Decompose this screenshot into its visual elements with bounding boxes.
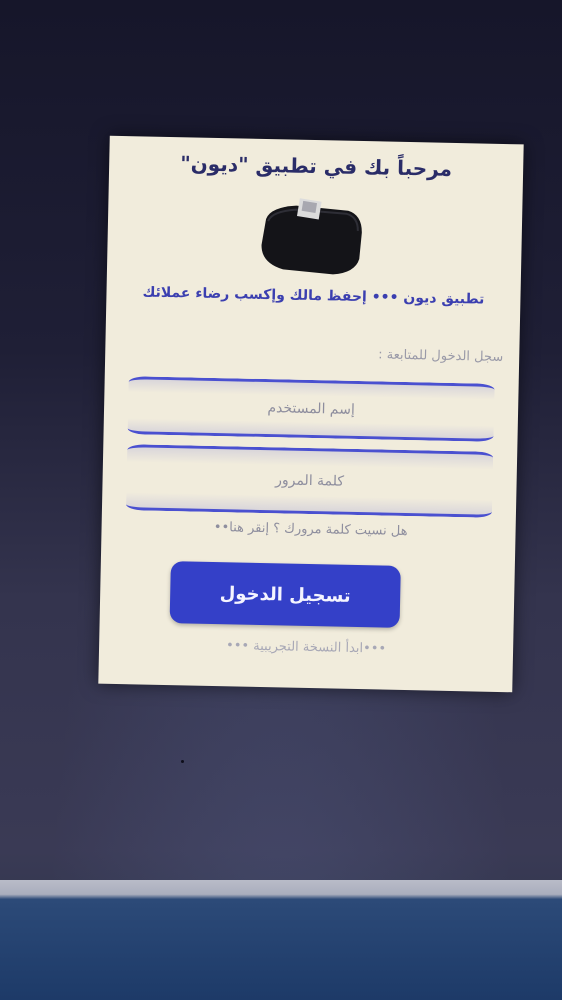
login-prompt: سجل الدخول للمتابعة : — [378, 347, 504, 366]
username-placeholder: إسم المستخدم — [267, 400, 355, 418]
login-card: مرحباً بك في تطبيق "ديون" تطبيق ديون •••… — [98, 135, 524, 693]
monitor-bezel — [0, 880, 562, 1000]
app-tagline: تطبيق ديون ••• إحفظ مالك وإكسب رضاء عملا… — [142, 284, 485, 308]
receipt-printer-icon — [261, 198, 362, 275]
password-placeholder: كلمة المرور — [275, 472, 345, 490]
username-field[interactable]: إسم المستخدم — [127, 376, 495, 442]
page-title: مرحباً بك في تطبيق "ديون" — [180, 151, 453, 181]
login-button[interactable]: تسجيل الدخول — [169, 561, 401, 628]
forgot-password-link[interactable]: هل نسيت كلمة مرورك ؟ إنقر هنا•• — [214, 520, 408, 539]
screen-speck — [181, 760, 184, 763]
trial-version-link[interactable]: •••ابدأ النسخة التجريبية ••• — [99, 636, 513, 660]
password-field[interactable]: كلمة المرور — [125, 444, 494, 518]
